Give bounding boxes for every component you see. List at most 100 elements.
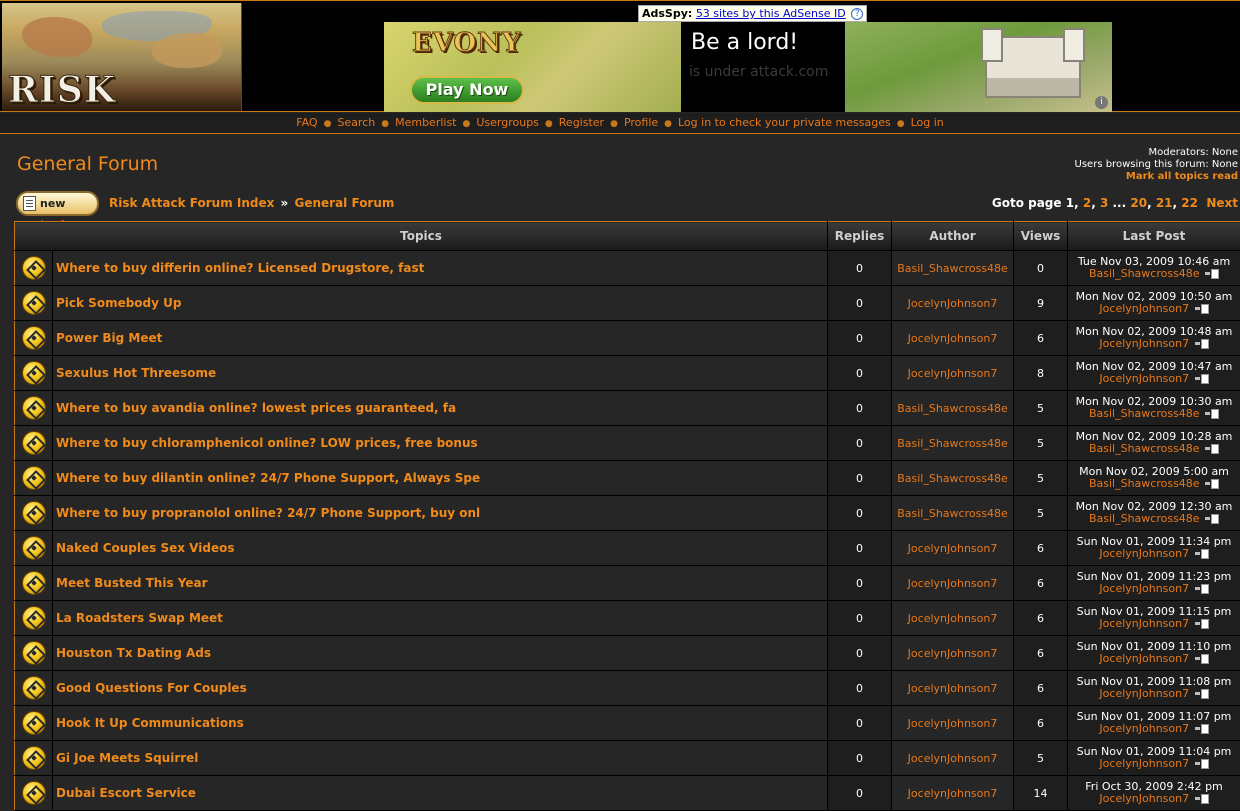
last-post-user-link[interactable]: JocelynJohnson7 <box>1099 582 1189 595</box>
new-topic-button[interactable]: new topic <box>16 191 99 216</box>
view-latest-post-icon[interactable] <box>1195 794 1209 803</box>
ad-banner[interactable]: EVONY Play Now Be a lord! is under attac… <box>384 22 1112 112</box>
breadcrumb-current[interactable]: General Forum <box>295 196 395 210</box>
topic-author-link[interactable]: JocelynJohnson7 <box>908 752 998 765</box>
topic-title-link[interactable]: Dubai Escort Service <box>56 786 196 800</box>
view-latest-post-icon[interactable] <box>1195 654 1209 663</box>
view-latest-post-icon[interactable] <box>1205 479 1219 488</box>
topics-table: Topics Replies Author Views Last Post Wh… <box>14 221 1240 811</box>
nav-private-messages[interactable]: Log in to check your private messages <box>678 116 891 129</box>
adspy-link[interactable]: 53 sites by this AdSense ID <box>696 7 846 20</box>
last-post-user-link[interactable]: Basil_Shawcross48e <box>1089 442 1200 455</box>
nav-faq[interactable]: FAQ <box>296 116 317 129</box>
new-topic-pencil-icon <box>23 196 36 211</box>
topic-title-link[interactable]: Where to buy propranolol online? 24/7 Ph… <box>56 506 480 520</box>
last-post-user-link[interactable]: JocelynJohnson7 <box>1099 547 1189 560</box>
topic-author-link[interactable]: JocelynJohnson7 <box>908 577 998 590</box>
breadcrumb-forum-index[interactable]: Risk Attack Forum Index <box>109 196 274 210</box>
last-post-user-link[interactable]: Basil_Shawcross48e <box>1089 407 1200 420</box>
view-latest-post-icon[interactable] <box>1195 619 1209 628</box>
topic-last-post-cell: Sun Nov 01, 2009 11:34 pm JocelynJohnson… <box>1068 531 1240 566</box>
site-logo[interactable]: RISK ATTACK <box>2 3 242 111</box>
topic-author-link[interactable]: JocelynJohnson7 <box>908 612 998 625</box>
topic-title-link[interactable]: Power Big Meet <box>56 331 162 345</box>
view-latest-post-icon[interactable] <box>1195 759 1209 768</box>
topic-author-link[interactable]: Basil_Shawcross48e <box>897 472 1008 485</box>
nav-login[interactable]: Log in <box>911 116 944 129</box>
topic-title-link[interactable]: La Roadsters Swap Meet <box>56 611 223 625</box>
nav-profile[interactable]: Profile <box>624 116 658 129</box>
last-post-user-link[interactable]: JocelynJohnson7 <box>1099 372 1189 385</box>
view-latest-post-icon[interactable] <box>1195 374 1209 383</box>
last-post-user-link[interactable]: JocelynJohnson7 <box>1099 792 1189 805</box>
page-link-2[interactable]: 2 <box>1083 196 1091 210</box>
topic-author-link[interactable]: JocelynJohnson7 <box>908 542 998 555</box>
page-link-20[interactable]: 20 <box>1130 196 1147 210</box>
last-post-user-link[interactable]: Basil_Shawcross48e <box>1089 512 1200 525</box>
view-latest-post-icon[interactable] <box>1205 444 1219 453</box>
topic-author-link[interactable]: JocelynJohnson7 <box>908 297 998 310</box>
last-post-user-link[interactable]: Basil_Shawcross48e <box>1089 267 1200 280</box>
topic-author-link[interactable]: JocelynJohnson7 <box>908 682 998 695</box>
page-next-link[interactable]: Next <box>1206 196 1238 210</box>
view-latest-post-icon[interactable] <box>1195 689 1209 698</box>
last-post-user-link[interactable]: JocelynJohnson7 <box>1099 687 1189 700</box>
info-icon[interactable]: i <box>1095 96 1108 109</box>
topic-title-link[interactable]: Sexulus Hot Threesome <box>56 366 216 380</box>
last-post-user-link[interactable]: Basil_Shawcross48e <box>1089 477 1200 490</box>
last-post-user-link[interactable]: JocelynJohnson7 <box>1099 302 1189 315</box>
topic-author-link[interactable]: Basil_Shawcross48e <box>897 402 1008 415</box>
view-latest-post-icon[interactable] <box>1195 304 1209 313</box>
last-post-user-link[interactable]: JocelynJohnson7 <box>1099 722 1189 735</box>
topic-icon-cell <box>15 321 53 356</box>
nav-memberlist[interactable]: Memberlist <box>395 116 456 129</box>
table-row: Good Questions For Couples 0 JocelynJohn… <box>15 671 1240 706</box>
view-latest-post-icon[interactable] <box>1195 724 1209 733</box>
topic-title-link[interactable]: Where to buy avandia online? lowest pric… <box>56 401 456 415</box>
topic-title-link[interactable]: Pick Somebody Up <box>56 296 181 310</box>
last-post-user-link[interactable]: JocelynJohnson7 <box>1099 337 1189 350</box>
topic-author-link[interactable]: JocelynJohnson7 <box>908 717 998 730</box>
mark-all-read-link[interactable]: Mark all topics read <box>1126 171 1238 182</box>
view-latest-post-icon[interactable] <box>1205 269 1219 278</box>
topic-views: 6 <box>1014 566 1068 601</box>
view-latest-post-icon[interactable] <box>1195 584 1209 593</box>
nav-usergroups[interactable]: Usergroups <box>476 116 539 129</box>
topic-title-link[interactable]: Where to buy chloramphenicol online? LOW… <box>56 436 478 450</box>
help-icon[interactable]: ? <box>851 8 863 20</box>
nav-separator: ● <box>381 119 389 129</box>
topic-title-link[interactable]: Good Questions For Couples <box>56 681 247 695</box>
topic-title-link[interactable]: Meet Busted This Year <box>56 576 208 590</box>
topic-title-link[interactable]: Houston Tx Dating Ads <box>56 646 211 660</box>
topic-author-link[interactable]: JocelynJohnson7 <box>908 367 998 380</box>
last-post-user-link[interactable]: JocelynJohnson7 <box>1099 652 1189 665</box>
topic-title-link[interactable]: Where to buy differin online? Licensed D… <box>56 261 424 275</box>
view-latest-post-icon[interactable] <box>1195 339 1209 348</box>
page-link-3[interactable]: 3 <box>1100 196 1108 210</box>
topic-author-link[interactable]: Basil_Shawcross48e <box>897 437 1008 450</box>
topic-title-link[interactable]: Gi Joe Meets Squirrel <box>56 751 198 765</box>
topic-title-link[interactable]: Where to buy dilantin online? 24/7 Phone… <box>56 471 480 485</box>
page-title[interactable]: General Forum <box>17 153 158 175</box>
topic-title-link[interactable]: Hook It Up Communications <box>56 716 244 730</box>
topic-folder-icon <box>22 501 46 525</box>
view-latest-post-icon[interactable] <box>1205 409 1219 418</box>
topic-author-link[interactable]: JocelynJohnson7 <box>908 332 998 345</box>
topic-title-link[interactable]: Naked Couples Sex Videos <box>56 541 234 555</box>
topic-author-link[interactable]: Basil_Shawcross48e <box>897 262 1008 275</box>
topic-author-link[interactable]: Basil_Shawcross48e <box>897 507 1008 520</box>
page-link-21[interactable]: 21 <box>1156 196 1173 210</box>
nav-search[interactable]: Search <box>337 116 375 129</box>
topic-views: 5 <box>1014 391 1068 426</box>
last-post-user-link[interactable]: JocelynJohnson7 <box>1099 617 1189 630</box>
view-latest-post-icon[interactable] <box>1205 514 1219 523</box>
page-link-22[interactable]: 22 <box>1181 196 1198 210</box>
topic-replies: 0 <box>828 321 892 356</box>
topic-author-link[interactable]: JocelynJohnson7 <box>908 787 998 800</box>
last-post-user-link[interactable]: JocelynJohnson7 <box>1099 757 1189 770</box>
table-row: Where to buy avandia online? lowest pric… <box>15 391 1240 426</box>
play-now-button[interactable]: Play Now <box>410 76 524 104</box>
nav-register[interactable]: Register <box>559 116 604 129</box>
view-latest-post-icon[interactable] <box>1195 549 1209 558</box>
topic-author-link[interactable]: JocelynJohnson7 <box>908 647 998 660</box>
